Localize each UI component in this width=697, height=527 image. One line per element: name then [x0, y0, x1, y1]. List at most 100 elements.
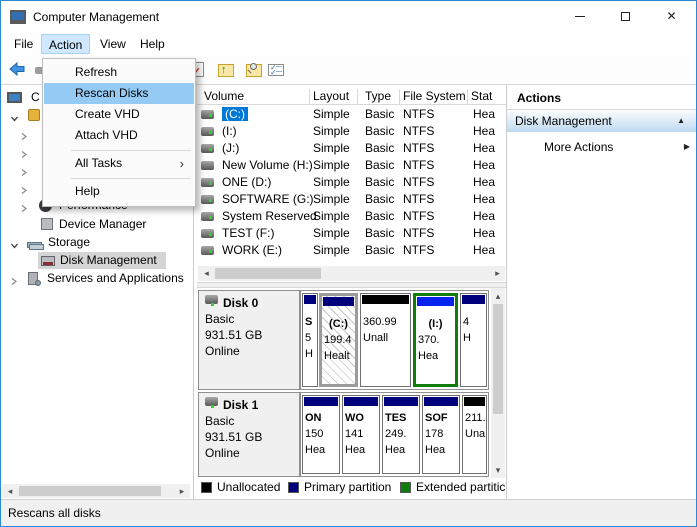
- table-row[interactable]: (I:) Simple Basic NTFS Hea: [197, 123, 506, 140]
- menu-view[interactable]: View: [93, 34, 133, 54]
- scroll-right-icon[interactable]: ▸: [491, 266, 504, 281]
- volume-layout: Simple: [313, 140, 350, 157]
- scroll-right-icon[interactable]: ▸: [176, 484, 188, 498]
- menu-item-rescan-disks[interactable]: Rescan Disks: [44, 83, 194, 104]
- scroll-up-icon[interactable]: ▴: [491, 289, 505, 303]
- legend-label: Unallocated: [217, 479, 280, 496]
- partition-unallocated[interactable]: 360.99 Unall: [360, 293, 411, 387]
- disk-status: Online: [205, 343, 293, 359]
- partition-color-bar: [464, 397, 485, 406]
- tree-item-storage[interactable]: Storage: [1, 234, 191, 251]
- partition-test[interactable]: TES 249. Hea: [382, 395, 420, 474]
- actions-section-disk-management[interactable]: Disk Management ▲: [507, 110, 697, 132]
- export-folder-icon[interactable]: ↑: [215, 59, 237, 81]
- volume-type: Basic: [365, 140, 394, 157]
- partition-color-bar: [384, 397, 418, 406]
- title-bar[interactable]: Computer Management ✕: [1, 1, 696, 33]
- maximize-button[interactable]: [603, 1, 648, 32]
- scrollbar-thumb[interactable]: [19, 486, 161, 496]
- partition-software[interactable]: SOF 178 Hea: [422, 395, 460, 474]
- disk1-label[interactable]: Disk 1 Basic 931.51 GB Online: [198, 392, 300, 477]
- volume-layout: Simple: [313, 157, 350, 174]
- collapse-icon[interactable]: ▲: [677, 110, 685, 132]
- tree-item-services-applications[interactable]: Services and Applications: [1, 270, 191, 287]
- partition-color-bar: [362, 295, 409, 304]
- tree-horizontal-scrollbar[interactable]: ◂ ▸: [2, 484, 190, 498]
- table-row[interactable]: (C:) Simple Basic NTFS Hea: [197, 106, 506, 123]
- column-volume[interactable]: Volume: [204, 87, 244, 105]
- volume-name: WORK (E:): [222, 242, 282, 259]
- partition-unallocated-2[interactable]: 211. Una: [462, 395, 487, 474]
- menu-item-help[interactable]: Help: [44, 181, 194, 202]
- menu-item-create-vhd[interactable]: Create VHD: [44, 104, 194, 125]
- table-row[interactable]: New Volume (H:) Simple Basic NTFS Hea: [197, 157, 506, 174]
- action-menu: Refresh Rescan Disks Create VHD Attach V…: [42, 58, 196, 207]
- menu-file[interactable]: File: [7, 34, 40, 54]
- volume-status: Hea: [473, 225, 495, 242]
- partition-work[interactable]: WO 141 Hea: [342, 395, 380, 474]
- storage-icon: [27, 236, 42, 253]
- menu-item-refresh[interactable]: Refresh: [44, 62, 194, 83]
- tree-item-label: C: [31, 89, 40, 106]
- volume-name: SOFTWARE (G:): [222, 191, 314, 208]
- volume-status: Hea: [473, 157, 495, 174]
- volume-list-horizontal-scrollbar[interactable]: ◂ ▸: [198, 266, 505, 281]
- partition-j[interactable]: 4 H: [460, 293, 487, 387]
- volume-layout: Simple: [313, 106, 350, 123]
- partition-system-reserved[interactable]: S 5 H: [302, 293, 318, 387]
- table-row[interactable]: TEST (F:) Simple Basic NTFS Hea: [197, 225, 506, 242]
- scroll-down-icon[interactable]: ▾: [491, 463, 505, 477]
- volume-icon: [201, 127, 214, 136]
- submenu-arrow-icon: ›: [180, 153, 184, 174]
- disk0-label[interactable]: Disk 0 Basic 931.51 GB Online: [198, 290, 300, 390]
- back-icon[interactable]: [6, 59, 28, 81]
- chevron-right-icon[interactable]: [10, 274, 18, 291]
- partition-i[interactable]: (I:) 370. Hea: [413, 293, 458, 387]
- menu-item-all-tasks[interactable]: All Tasks›: [44, 153, 194, 174]
- disk-size: 931.51 GB: [205, 429, 293, 445]
- table-row[interactable]: (J:) Simple Basic NTFS Hea: [197, 140, 506, 157]
- status-text: Rescans all disks: [8, 506, 101, 520]
- scroll-left-icon[interactable]: ◂: [200, 266, 213, 281]
- close-button[interactable]: ✕: [649, 1, 694, 32]
- find-folder-icon[interactable]: [243, 59, 265, 81]
- column-type[interactable]: Type: [365, 87, 391, 105]
- disk-pane-vertical-scrollbar[interactable]: ▴ ▾: [491, 288, 505, 478]
- list-options-icon[interactable]: ✓ ✓: [265, 59, 287, 81]
- column-status[interactable]: Stat: [471, 87, 492, 105]
- window-title: Computer Management: [33, 10, 159, 24]
- volume-status: Hea: [473, 140, 495, 157]
- more-actions-item[interactable]: More Actions ▶: [507, 137, 697, 157]
- tree-item-device-manager[interactable]: Device Manager: [1, 216, 191, 233]
- volume-layout: Simple: [313, 191, 350, 208]
- scrollbar-thumb[interactable]: [493, 304, 503, 414]
- table-row[interactable]: ONE (D:) Simple Basic NTFS Hea: [197, 174, 506, 191]
- menu-separator: [71, 150, 191, 151]
- volume-fs: NTFS: [403, 225, 434, 242]
- partition-c[interactable]: (C:) 199.4 Healt: [319, 293, 358, 387]
- more-actions-label: More Actions: [507, 140, 613, 154]
- partition-legend: Unallocated Primary partition Extended p…: [197, 479, 506, 497]
- actions-section-label: Disk Management: [507, 114, 612, 128]
- volume-type: Basic: [365, 208, 394, 225]
- volume-icon: [201, 195, 214, 204]
- table-row[interactable]: SOFTWARE (G:) Simple Basic NTFS Hea: [197, 191, 506, 208]
- volume-type: Basic: [365, 174, 394, 191]
- tree-item-disk-management[interactable]: Disk Management: [1, 252, 191, 269]
- partition-one[interactable]: ON 150 Hea: [302, 395, 340, 474]
- table-row[interactable]: WORK (E:) Simple Basic NTFS Hea: [197, 242, 506, 259]
- column-file-system[interactable]: File System: [403, 87, 466, 105]
- pane-splitter[interactable]: [197, 282, 506, 288]
- volume-layout: Simple: [313, 225, 350, 242]
- table-row[interactable]: System Reserved Simple Basic NTFS Hea: [197, 208, 506, 225]
- menu-item-attach-vhd[interactable]: Attach VHD: [44, 125, 194, 146]
- actions-pane: Actions Disk Management ▲ More Actions ▶: [507, 85, 697, 499]
- minimize-button[interactable]: [557, 1, 602, 32]
- computer-icon: [7, 91, 22, 108]
- actions-pane-title: Actions: [517, 91, 561, 105]
- menu-help[interactable]: Help: [133, 34, 172, 54]
- scroll-left-icon[interactable]: ◂: [4, 484, 16, 498]
- scrollbar-thumb[interactable]: [215, 268, 321, 279]
- column-layout[interactable]: Layout: [313, 87, 349, 105]
- menu-action[interactable]: Action: [41, 34, 90, 54]
